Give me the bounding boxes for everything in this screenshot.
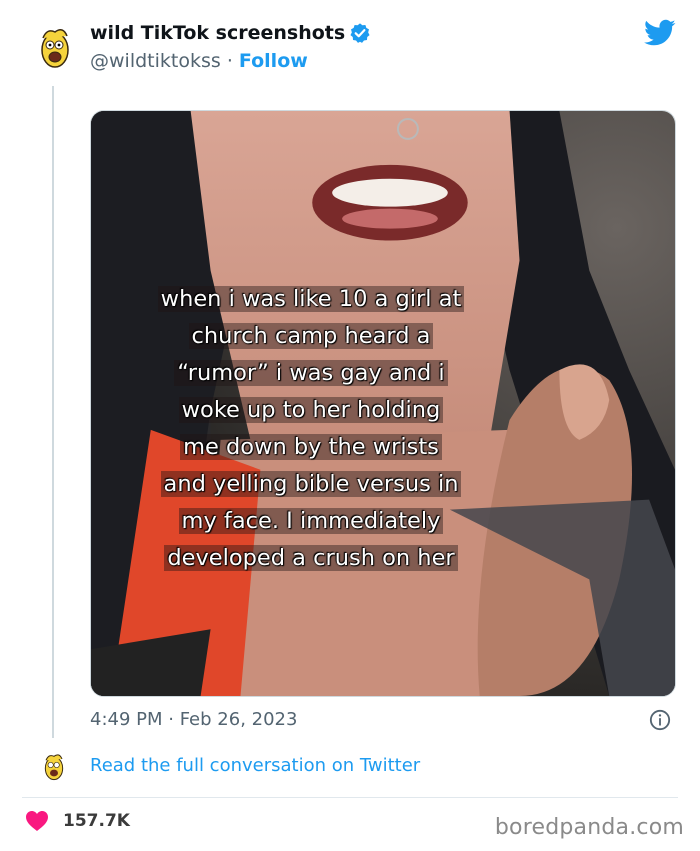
- author-handle[interactable]: @wildtiktokss: [90, 50, 221, 72]
- thread-line: [52, 86, 54, 738]
- tweet-meta-row: 4:49 PM · Feb 26, 2023: [90, 708, 676, 732]
- read-conversation-link[interactable]: Read the full conversation on Twitter: [90, 755, 420, 776]
- avatar[interactable]: [37, 26, 73, 70]
- separator-dot: ·: [226, 50, 233, 72]
- caption-line: my face. I immediately: [178, 508, 444, 534]
- author-name-row[interactable]: wild TikTok screenshots: [90, 22, 371, 44]
- divider: [22, 797, 678, 798]
- caption-line: developed a crush on her: [164, 545, 458, 571]
- follow-link[interactable]: Follow: [239, 50, 308, 72]
- handle-row: @wildtiktokss · Follow: [90, 50, 308, 72]
- tweet-timestamp[interactable]: 4:49 PM · Feb 26, 2023: [90, 709, 297, 730]
- caption-line: and yelling bible versus in: [160, 471, 462, 497]
- reply-avatar-icon: [44, 754, 64, 781]
- tweet-image[interactable]: when i was like 10 a girl at church camp…: [90, 110, 676, 697]
- twitter-bird-icon[interactable]: [644, 18, 676, 48]
- tweet-header: wild TikTok screenshots @wildtiktokss · …: [0, 0, 700, 100]
- caption-line: “rumor” i was gay and i: [174, 360, 448, 386]
- info-icon[interactable]: [649, 709, 671, 731]
- caption-line: me down by the wrists: [180, 434, 442, 460]
- caption-line: church camp heard a: [188, 323, 434, 349]
- image-caption: when i was like 10 a girl at church camp…: [91, 281, 531, 577]
- caption-line: when i was like 10 a girl at: [157, 286, 465, 312]
- like-count: 157.7K: [63, 811, 130, 831]
- like-row[interactable]: 157.7K: [25, 810, 130, 832]
- verified-badge-icon: [350, 23, 370, 43]
- author-name[interactable]: wild TikTok screenshots: [90, 22, 345, 44]
- heart-icon[interactable]: [25, 810, 49, 832]
- watermark: boredpanda.com: [494, 815, 684, 840]
- caption-line: woke up to her holding: [178, 397, 444, 423]
